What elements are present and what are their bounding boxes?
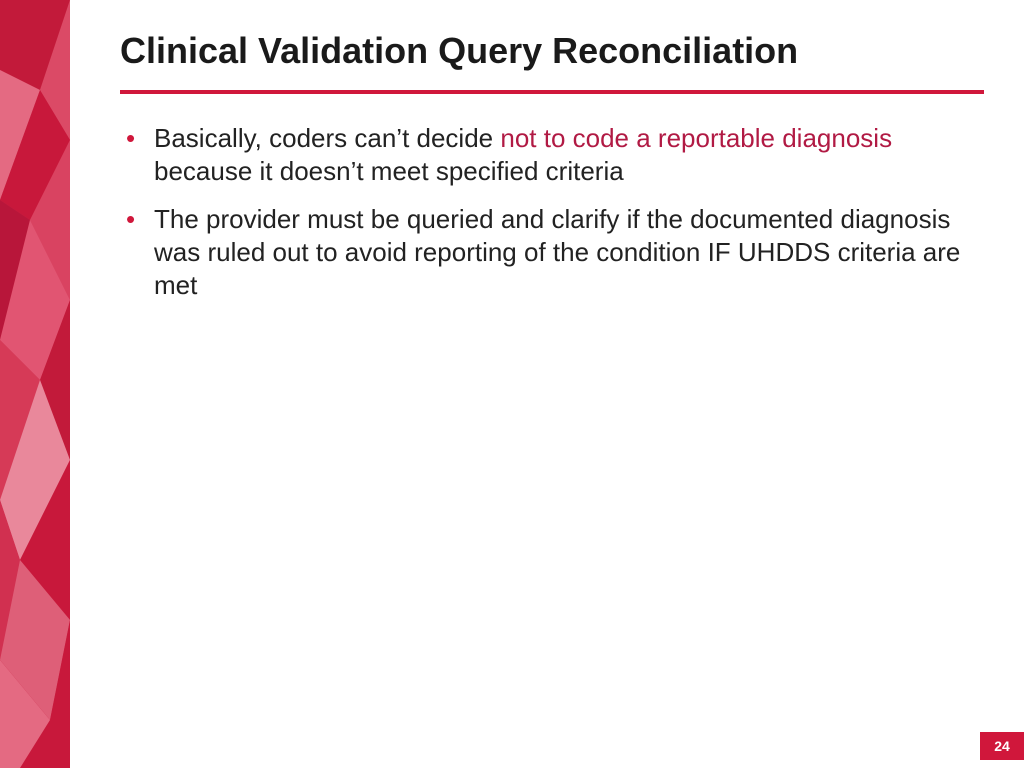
content-area: Clinical Validation Query Reconciliation…	[70, 0, 1024, 768]
bullet-text-pre: The provider must be queried and clarify…	[154, 204, 960, 301]
slide-title: Clinical Validation Query Reconciliation	[120, 30, 984, 72]
bullet-item: Basically, coders can’t decide not to co…	[120, 122, 984, 189]
bullet-text-pre: Basically, coders can’t decide	[154, 123, 500, 153]
page-number-badge: 24	[980, 732, 1024, 760]
slide: Clinical Validation Query Reconciliation…	[0, 0, 1024, 768]
bullet-text-post: because it doesn’t meet specified criter…	[154, 156, 624, 186]
title-divider	[120, 90, 984, 94]
bullet-item: The provider must be queried and clarify…	[120, 203, 984, 303]
bullet-list: Basically, coders can’t decide not to co…	[120, 122, 984, 302]
geometric-pattern-icon	[0, 0, 70, 768]
page-number: 24	[994, 738, 1010, 754]
side-decor	[0, 0, 70, 768]
bullet-text-emph: not to code a reportable diagnosis	[500, 123, 892, 153]
